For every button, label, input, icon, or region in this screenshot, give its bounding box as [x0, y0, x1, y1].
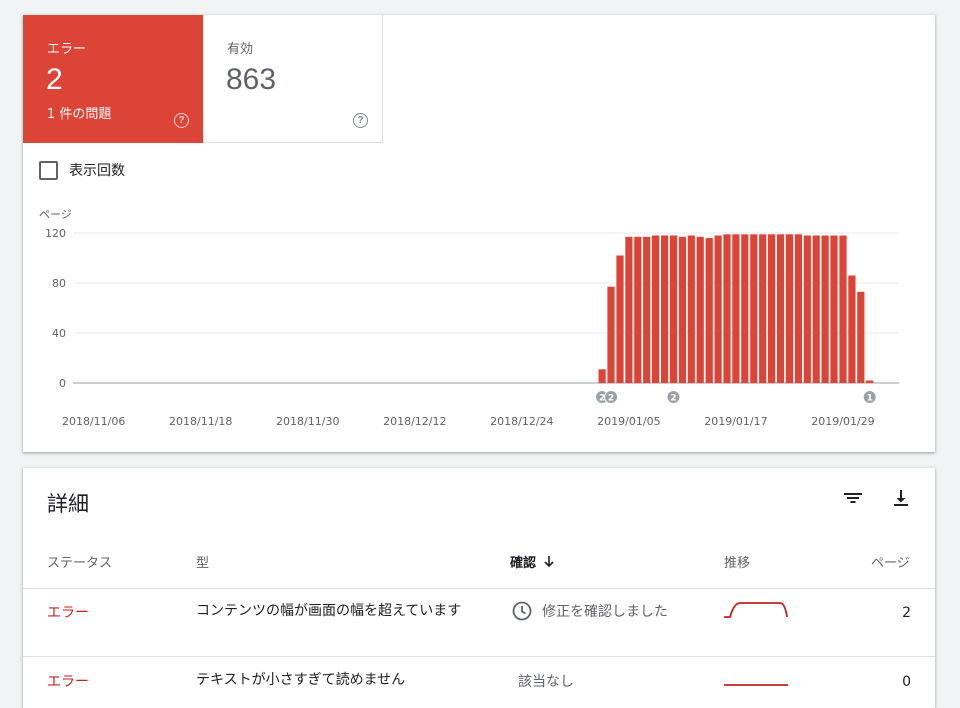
y-tick-label: 0	[59, 377, 66, 390]
chart-bar	[857, 291, 865, 383]
help-icon[interactable]: ?	[174, 113, 189, 128]
chart-bar	[687, 235, 695, 383]
row-validation-label: 修正を確認しました	[542, 604, 668, 620]
filter-icon[interactable]	[841, 486, 865, 510]
annotation-label: 2	[670, 394, 676, 404]
x-tick-label: 2018/11/06	[62, 415, 125, 428]
divider	[23, 656, 935, 657]
impressions-checkbox[interactable]	[39, 160, 58, 180]
column-type[interactable]: 型	[196, 552, 209, 571]
clock-icon	[512, 601, 532, 621]
chart-bar	[821, 235, 829, 383]
row-pages: 0	[902, 674, 911, 690]
chart-bar	[669, 235, 678, 383]
chart-bar	[803, 235, 811, 383]
chart-bar	[750, 234, 758, 384]
help-icon[interactable]: ?	[353, 113, 368, 128]
chart-bar	[678, 236, 686, 384]
chart-bar	[741, 234, 749, 384]
x-tick-label: 2018/12/24	[490, 415, 553, 428]
row-status: エラー	[47, 674, 89, 690]
y-tick-label: 40	[52, 327, 66, 340]
column-validation-label: 確認	[510, 556, 537, 571]
x-tick-label: 2018/11/18	[169, 415, 232, 428]
impressions-label: 表示回数	[69, 163, 125, 179]
coverage-summary-card: エラー 2 1 件の問題 ? 有効 863 ? 表示回数 ページ 0 40 80 12…	[23, 15, 935, 452]
x-tick-label: 2018/12/12	[383, 415, 446, 428]
chart-bar	[714, 235, 722, 383]
chart-bar	[794, 234, 802, 384]
download-icon[interactable]	[889, 486, 913, 510]
x-tick-label: 2019/01/05	[597, 415, 660, 428]
error-issue-count: 1 件の問題	[47, 107, 112, 122]
chart-bar	[723, 234, 731, 384]
row-status: エラー	[47, 605, 89, 621]
error-label: エラー	[47, 42, 87, 57]
trend-sparkline	[724, 684, 788, 686]
chart-bar	[812, 235, 820, 383]
pages-bar-chart: ページ 0 40 80 120 2018/11/06 2018/11/18 2018/11…	[39, 208, 899, 428]
column-trend[interactable]: 推移	[724, 552, 750, 571]
details-card: 詳細 ステータス 型 確認 推移 ページ エラー コンテンツの幅が画面の幅を超え…	[23, 468, 935, 708]
row-validation: 修正を確認しました	[511, 600, 668, 622]
annotation-label: 1	[867, 394, 873, 404]
chart-bar	[830, 235, 838, 383]
chart-bar	[785, 234, 793, 384]
chart-bar	[598, 369, 606, 384]
annotation-label: 2	[608, 394, 614, 404]
error-count: 2	[46, 63, 63, 96]
row-type: コンテンツの幅が画面の幅を超えています	[196, 603, 462, 619]
chart-bar	[616, 255, 624, 383]
column-validation[interactable]: 確認	[510, 552, 556, 571]
chart-bar	[652, 235, 660, 383]
chart-bar	[661, 235, 669, 383]
column-pages[interactable]: ページ	[871, 552, 910, 571]
valid-label: 有効	[227, 42, 254, 57]
details-title: 詳細	[47, 492, 89, 516]
y-axis-label: ページ	[39, 208, 72, 221]
x-tick-label: 2019/01/17	[704, 415, 767, 428]
chart-bar	[643, 236, 651, 384]
row-pages: 2	[902, 605, 911, 621]
chart-bar	[634, 236, 642, 384]
chart-bar	[768, 234, 776, 384]
chart-bar	[776, 234, 785, 384]
row-validation-label: 該当なし	[518, 674, 574, 690]
chart-bar	[839, 235, 847, 383]
chart-bar	[848, 275, 856, 383]
chart-bar	[696, 236, 704, 384]
chart-bar	[705, 238, 713, 383]
chart-bar	[625, 236, 633, 384]
valid-metric-tile[interactable]: 有効 863 ?	[203, 15, 383, 143]
column-status[interactable]: ステータス	[47, 552, 112, 571]
chart-bar	[607, 286, 615, 383]
x-tick-label: 2018/11/30	[276, 415, 339, 428]
row-validation: 該当なし	[518, 671, 574, 691]
valid-count: 863	[226, 63, 277, 96]
impressions-toggle[interactable]: 表示回数	[39, 160, 125, 180]
chart-bar	[732, 234, 740, 384]
divider	[23, 588, 935, 589]
x-tick-label: 2019/01/29	[811, 415, 874, 428]
row-type: テキストが小さすぎて読めません	[196, 672, 406, 688]
y-tick-label: 120	[45, 227, 66, 240]
trend-sparkline	[724, 602, 788, 618]
chart-bar	[866, 380, 874, 383]
sort-arrow-icon	[544, 555, 554, 567]
chart-bar	[759, 234, 767, 384]
error-metric-tile[interactable]: エラー 2 1 件の問題 ?	[23, 15, 203, 143]
y-tick-label: 80	[52, 277, 66, 290]
